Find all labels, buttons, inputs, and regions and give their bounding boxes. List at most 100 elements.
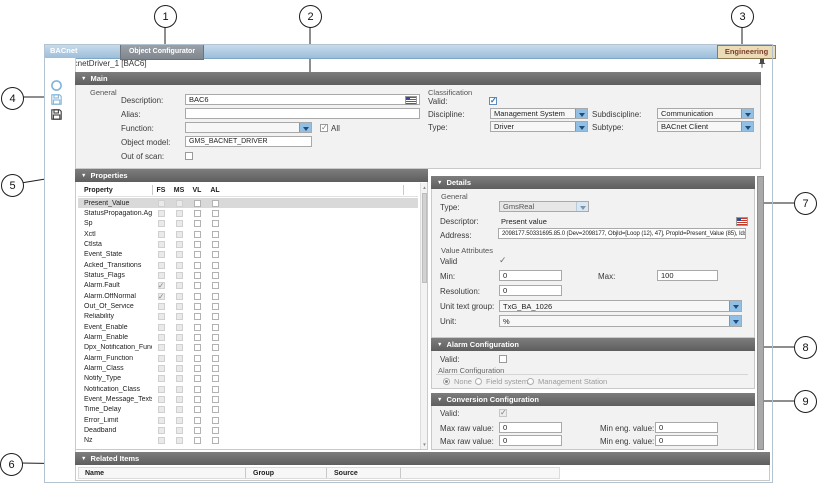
column-group[interactable]: Group xyxy=(253,470,274,477)
al-checkbox[interactable] xyxy=(212,437,219,444)
column-source[interactable]: Source xyxy=(334,470,358,477)
ms-checkbox[interactable] xyxy=(176,241,183,248)
unit-text-group-dropdown[interactable]: TxG_BA_1026 xyxy=(499,300,742,312)
conversion-config-section-header[interactable]: ▼Conversion Configuration xyxy=(431,393,755,406)
fs-checkbox[interactable] xyxy=(158,334,165,341)
fs-checkbox[interactable] xyxy=(158,437,165,444)
related-items-section-header[interactable]: ▼Related Items xyxy=(75,452,770,465)
column-al[interactable]: AL xyxy=(206,187,224,194)
property-row[interactable]: Dpx_Notification_Function_S xyxy=(78,343,418,353)
properties-section-header[interactable]: ▼Properties xyxy=(75,169,428,182)
vl-checkbox[interactable] xyxy=(194,272,201,279)
radio-field-system[interactable] xyxy=(475,378,482,385)
vl-checkbox[interactable] xyxy=(194,417,201,424)
vl-checkbox[interactable] xyxy=(194,375,201,382)
al-checkbox[interactable] xyxy=(212,355,219,362)
fs-checkbox[interactable] xyxy=(158,282,165,289)
ms-checkbox[interactable] xyxy=(176,220,183,227)
al-checkbox[interactable] xyxy=(212,272,219,279)
alias-field[interactable] xyxy=(185,108,420,119)
ms-checkbox[interactable] xyxy=(176,313,183,320)
vl-checkbox[interactable] xyxy=(194,251,201,258)
ms-checkbox[interactable] xyxy=(176,251,183,258)
property-row[interactable]: Out_Of_Service xyxy=(78,301,418,311)
scrollbar-thumb[interactable] xyxy=(422,193,428,283)
fs-checkbox[interactable] xyxy=(158,251,165,258)
ms-checkbox[interactable] xyxy=(176,375,183,382)
pin-icon[interactable] xyxy=(756,58,767,69)
al-checkbox[interactable] xyxy=(212,365,219,372)
vl-checkbox[interactable] xyxy=(194,365,201,372)
property-row[interactable]: Notify_Type xyxy=(78,374,418,384)
engineering-mode-button[interactable]: Engineering xyxy=(717,45,776,59)
tab-object-configurator[interactable]: Object Configurator xyxy=(120,44,204,60)
min-field[interactable]: 0 xyxy=(499,270,562,281)
out-of-scan-checkbox[interactable] xyxy=(185,152,193,160)
column-ms[interactable]: MS xyxy=(170,187,188,194)
vertical-scrollbar[interactable] xyxy=(757,176,764,450)
property-row[interactable]: Alarm.Fault xyxy=(78,281,418,291)
details-section-header[interactable]: ▼Details xyxy=(431,176,755,189)
al-checkbox[interactable] xyxy=(212,200,219,207)
radio-none[interactable] xyxy=(443,378,450,385)
column-vl[interactable]: VL xyxy=(188,187,206,194)
fs-checkbox[interactable] xyxy=(158,272,165,279)
al-checkbox[interactable] xyxy=(212,262,219,269)
property-row[interactable]: Alarm.OffNormal xyxy=(78,291,418,301)
vl-checkbox[interactable] xyxy=(194,313,201,320)
max-field[interactable]: 100 xyxy=(657,270,718,281)
al-checkbox[interactable] xyxy=(212,303,219,310)
property-row[interactable]: Reliability xyxy=(78,312,418,322)
description-field[interactable]: BAC6 xyxy=(185,94,420,105)
al-checkbox[interactable] xyxy=(212,427,219,434)
fs-checkbox[interactable] xyxy=(158,365,165,372)
fs-checkbox[interactable] xyxy=(158,396,165,403)
ms-checkbox[interactable] xyxy=(176,282,183,289)
fs-checkbox[interactable] xyxy=(158,427,165,434)
vl-checkbox[interactable] xyxy=(194,406,201,413)
vl-checkbox[interactable] xyxy=(194,324,201,331)
vl-checkbox[interactable] xyxy=(194,427,201,434)
vl-checkbox[interactable] xyxy=(194,262,201,269)
property-row[interactable]: Time_Delay xyxy=(78,405,418,415)
ms-checkbox[interactable] xyxy=(176,334,183,341)
ms-checkbox[interactable] xyxy=(176,386,183,393)
save-icon[interactable] xyxy=(50,93,63,106)
unit-dropdown[interactable]: % xyxy=(499,315,742,327)
ms-checkbox[interactable] xyxy=(176,303,183,310)
property-row[interactable]: Xctl xyxy=(78,229,418,239)
ms-checkbox[interactable] xyxy=(176,210,183,217)
details-type-dropdown[interactable]: GmsReal xyxy=(499,201,589,212)
property-row[interactable]: Ctlsta xyxy=(78,239,418,249)
property-row[interactable]: Notification_Class xyxy=(78,384,418,394)
property-row[interactable]: Present_Value xyxy=(78,198,418,208)
properties-scrollbar[interactable]: ▲ ▼ xyxy=(420,183,427,449)
subdiscipline-dropdown[interactable]: Communication xyxy=(657,108,754,119)
property-row[interactable]: Deadband xyxy=(78,425,418,435)
ms-checkbox[interactable] xyxy=(176,272,183,279)
all-checkbox[interactable] xyxy=(320,124,328,132)
al-checkbox[interactable] xyxy=(212,417,219,424)
property-row[interactable]: Sp xyxy=(78,219,418,229)
chevron-down-icon[interactable] xyxy=(575,109,587,118)
fs-checkbox[interactable] xyxy=(158,344,165,351)
al-checkbox[interactable] xyxy=(212,251,219,258)
column-name[interactable]: Name xyxy=(85,470,104,477)
vl-checkbox[interactable] xyxy=(194,293,201,300)
fs-checkbox[interactable] xyxy=(158,303,165,310)
chevron-down-icon[interactable] xyxy=(741,109,753,118)
ms-checkbox[interactable] xyxy=(176,293,183,300)
function-dropdown[interactable] xyxy=(185,122,312,133)
resolution-field[interactable]: 0 xyxy=(499,285,562,296)
chevron-down-icon[interactable] xyxy=(299,123,311,132)
fs-checkbox[interactable] xyxy=(158,293,165,300)
ms-checkbox[interactable] xyxy=(176,437,183,444)
chevron-down-icon[interactable] xyxy=(575,122,587,131)
ms-checkbox[interactable] xyxy=(176,200,183,207)
min-eng-value-field-2[interactable]: 0 xyxy=(655,435,718,446)
ms-checkbox[interactable] xyxy=(176,406,183,413)
property-row[interactable]: Alarm_Function xyxy=(78,353,418,363)
ms-checkbox[interactable] xyxy=(176,324,183,331)
address-field[interactable]: 2098177.50331695.85.0 (Dev=2098177, ObjI… xyxy=(498,228,746,239)
property-row[interactable]: Error_Limit xyxy=(78,415,418,425)
